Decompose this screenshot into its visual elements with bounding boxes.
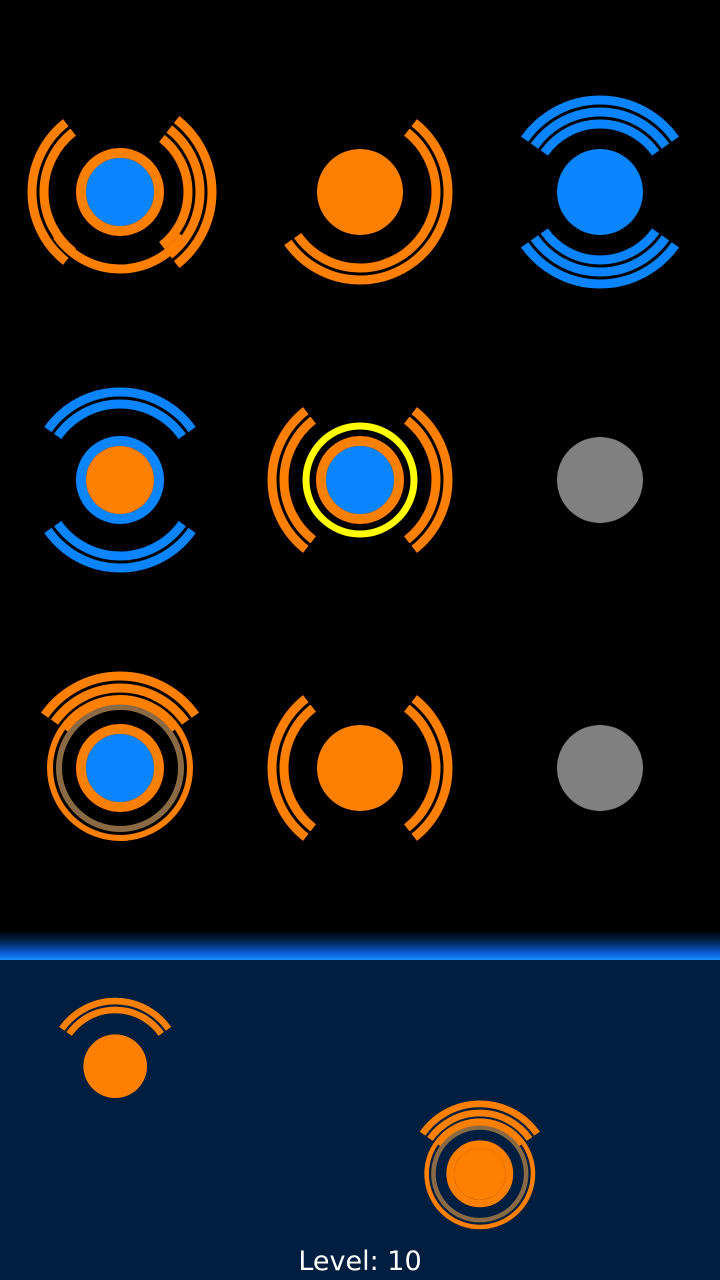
board-cell-r3c3[interactable] <box>470 638 720 898</box>
arc-top <box>40 671 200 732</box>
board-cell-r1c2[interactable] <box>230 62 490 322</box>
arc-top <box>44 387 196 440</box>
core-orange <box>317 149 403 235</box>
arc-bottom <box>44 520 196 573</box>
board-cell-r1c3[interactable] <box>470 62 720 322</box>
core-gray <box>557 725 643 811</box>
arc-left <box>27 119 77 265</box>
core-blue <box>86 158 154 226</box>
board-cell-r2c1[interactable] <box>0 350 250 610</box>
tray-divider <box>0 930 720 960</box>
core-blue <box>326 446 394 514</box>
arc-right <box>159 115 217 269</box>
arc-left <box>267 695 317 841</box>
arc-top <box>419 1100 541 1147</box>
arc-top <box>58 997 172 1036</box>
core-orange <box>454 1148 506 1200</box>
board-cell-r2c3[interactable] <box>470 350 720 610</box>
core-orange <box>86 446 154 514</box>
core-blue <box>86 734 154 802</box>
core-orange <box>83 1034 147 1098</box>
arc-bottom <box>284 232 436 285</box>
arc-bottom <box>520 228 680 289</box>
piece-tray <box>0 960 720 1280</box>
board-cell-r2c2[interactable] <box>230 350 490 610</box>
game-board <box>0 0 720 930</box>
tray-piece-1[interactable] <box>19 970 211 1162</box>
level-label: Level: 10 <box>298 1246 422 1277</box>
arc-right <box>403 695 453 841</box>
core-blue <box>557 149 643 235</box>
core-orange <box>317 725 403 811</box>
board-cell-r3c1[interactable] <box>0 638 250 898</box>
board-cell-r3c2[interactable] <box>230 638 490 898</box>
core-gray <box>557 437 643 523</box>
arc-top <box>520 95 680 156</box>
board-cell-r1c1[interactable] <box>0 62 250 322</box>
